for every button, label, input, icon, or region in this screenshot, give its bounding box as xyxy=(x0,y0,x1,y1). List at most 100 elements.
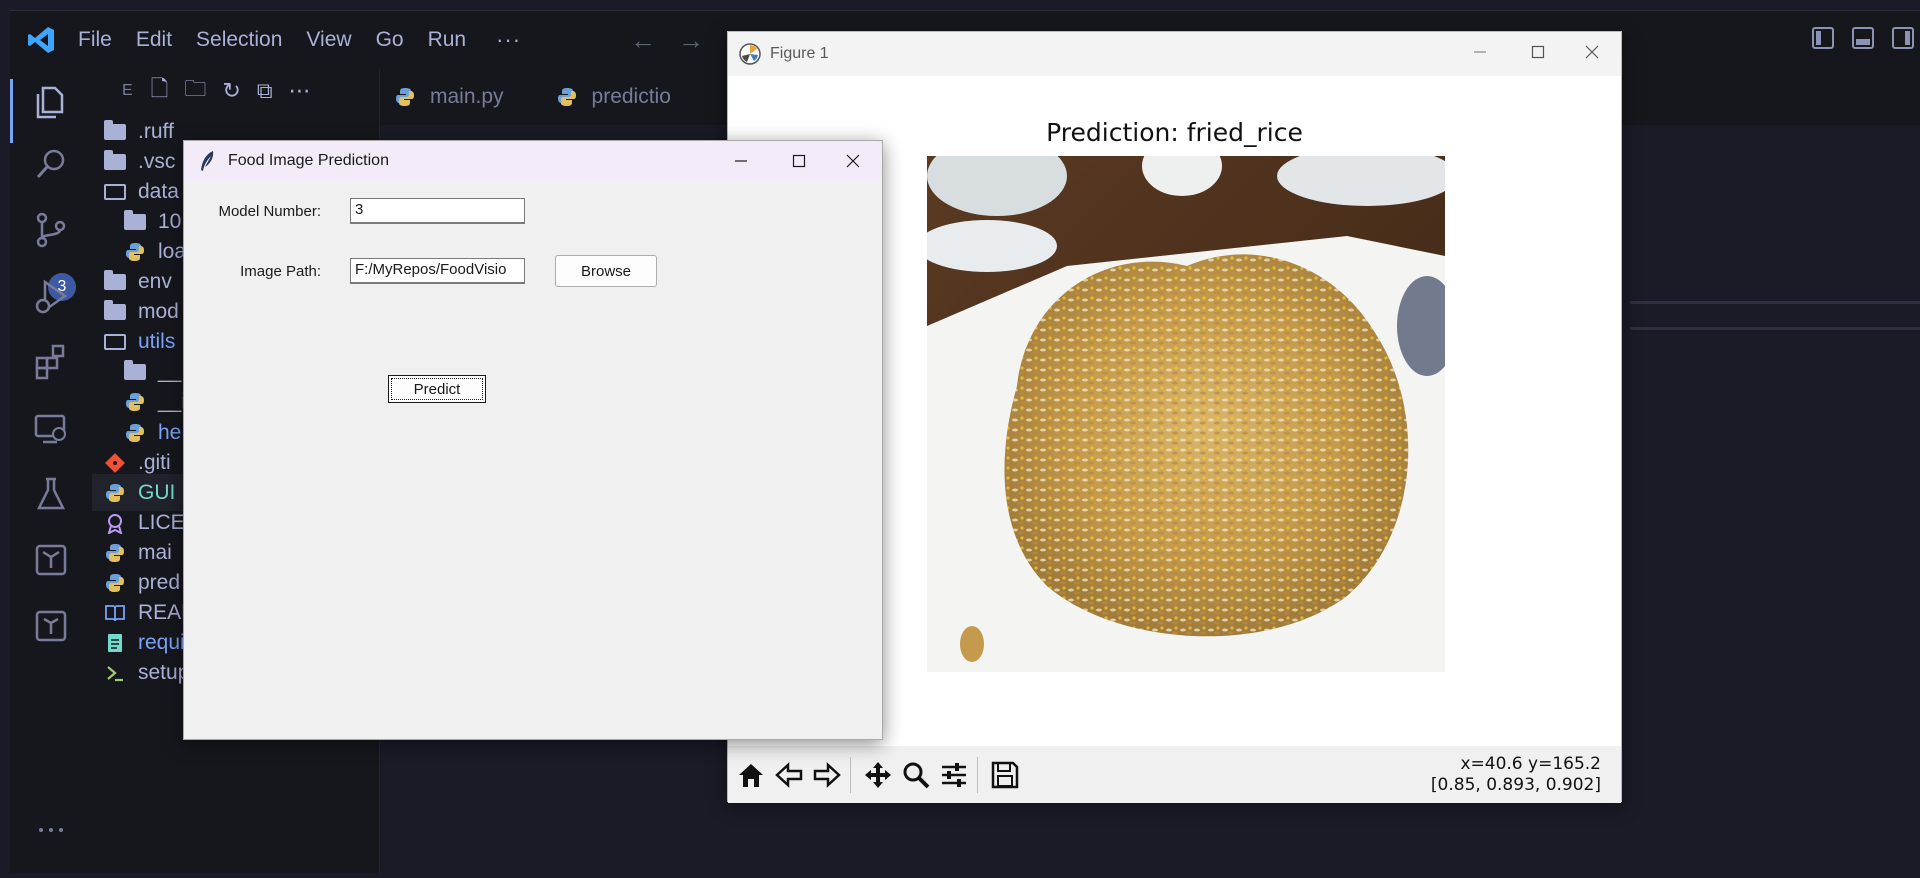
license-icon xyxy=(102,512,128,534)
food-image xyxy=(927,156,1445,672)
cursor-coordinates: x=40.6 y=165.2 [0.85, 0.893, 0.902] xyxy=(1431,754,1601,796)
book-icon xyxy=(102,602,128,624)
toolbar-separator xyxy=(850,756,851,793)
git-icon xyxy=(102,452,128,474)
run-debug-icon[interactable] xyxy=(30,275,72,317)
menu-go[interactable]: Go xyxy=(376,28,404,52)
menu-selection[interactable]: Selection xyxy=(196,28,282,52)
image-path-input[interactable]: F:/MyRepos/FoodVisio xyxy=(350,258,525,284)
activity-bar: 3 xyxy=(10,69,92,873)
tree-item-label: he xyxy=(158,420,182,444)
python-icon xyxy=(122,422,148,444)
refresh-icon[interactable]: ↻ xyxy=(222,78,240,104)
forward-icon[interactable] xyxy=(810,758,844,792)
terraform-cloud-icon[interactable] xyxy=(30,605,72,647)
matplotlib-logo-icon xyxy=(739,43,761,65)
vscode-logo-icon xyxy=(26,25,56,55)
browse-button[interactable]: Browse xyxy=(555,255,657,287)
configure-icon[interactable] xyxy=(937,758,971,792)
extensions-icon[interactable] xyxy=(30,341,72,383)
tree-item-label: utils xyxy=(138,330,176,354)
zoom-icon[interactable] xyxy=(899,758,933,792)
toggle-panel-icon[interactable] xyxy=(1852,27,1874,49)
food-prediction-window: Food Image Prediction Model Number: 3 Im… xyxy=(183,140,883,740)
maximize-button[interactable] xyxy=(770,141,828,181)
maximize-button[interactable] xyxy=(1509,32,1567,72)
explorer-icon[interactable] xyxy=(30,81,72,123)
tree-item-label: __i xyxy=(158,390,187,414)
navigation-toolbar: x=40.6 y=165.2 [0.85, 0.893, 0.902] xyxy=(728,746,1621,803)
folder-icon xyxy=(102,149,128,173)
model-number-input[interactable]: 3 xyxy=(350,198,525,224)
folder-icon xyxy=(102,119,128,143)
home-icon[interactable] xyxy=(734,758,768,792)
source-control-icon[interactable] xyxy=(30,209,72,251)
python-icon xyxy=(122,391,148,413)
minimize-button[interactable] xyxy=(1451,32,1509,72)
terraform-icon[interactable] xyxy=(30,539,72,581)
predict-button[interactable]: Predict xyxy=(388,375,486,403)
coords-xy: x=40.6 y=165.2 xyxy=(1460,754,1601,774)
folder-icon xyxy=(102,300,128,323)
close-button[interactable] xyxy=(1563,32,1621,72)
figure-title-bar: Figure 1 xyxy=(728,32,1621,76)
menu-edit[interactable]: Edit xyxy=(136,28,172,52)
new-folder-icon[interactable]: 🗀 xyxy=(184,72,206,110)
tree-item-label: env xyxy=(138,270,172,293)
forward-arrow-icon[interactable]: → xyxy=(678,25,704,56)
navigation-arrows: ← → xyxy=(630,25,704,56)
more-actions-icon[interactable]: ⋯ xyxy=(289,78,311,104)
more-views-icon[interactable] xyxy=(30,809,72,851)
coords-rgb: [0.85, 0.893, 0.902] xyxy=(1430,775,1601,795)
figure-title: Figure 1 xyxy=(770,45,829,62)
tk-window-title: Food Image Prediction xyxy=(228,152,389,169)
explorer-header: E 🗋 🗀 ↻ ⧉ ⋯ xyxy=(92,69,379,113)
back-arrow-icon[interactable]: ← xyxy=(630,25,656,56)
search-icon[interactable] xyxy=(30,143,72,185)
pan-icon[interactable] xyxy=(861,758,895,792)
tree-item-label: 10 xyxy=(158,209,182,233)
explorer-title: E xyxy=(122,82,133,99)
tree-item-label: .vsc xyxy=(138,149,176,173)
folder-icon xyxy=(122,360,148,383)
tree-item-label: mai xyxy=(138,540,172,564)
tab-label: predictio xyxy=(591,85,671,108)
editor-highlight xyxy=(1630,301,1920,304)
back-icon[interactable] xyxy=(772,758,806,792)
new-file-icon[interactable]: 🗋 xyxy=(151,72,169,110)
model-number-label: Model Number: xyxy=(218,203,321,220)
toolbar-separator xyxy=(977,756,978,793)
tree-item-label: data xyxy=(138,179,179,203)
tab-prediction[interactable]: predictio xyxy=(530,69,697,125)
menu-view[interactable]: View xyxy=(306,28,351,52)
editor-highlight xyxy=(1630,327,1920,330)
python-icon xyxy=(102,572,128,594)
layout-controls xyxy=(1812,27,1914,49)
folder-icon xyxy=(122,209,148,233)
active-indicator xyxy=(10,79,13,143)
folder-open-icon xyxy=(102,331,128,353)
minimize-button[interactable] xyxy=(712,141,770,181)
save-icon[interactable] xyxy=(988,758,1022,792)
toggle-primary-sidebar-icon[interactable] xyxy=(1812,27,1834,49)
collapse-all-icon[interactable]: ⧉ xyxy=(257,78,273,104)
python-icon xyxy=(557,88,576,106)
menu-more-icon[interactable]: ··· xyxy=(496,27,521,53)
menu-file[interactable]: File xyxy=(78,28,112,52)
menu-run[interactable]: Run xyxy=(428,28,467,52)
tab-main-py[interactable]: main.py xyxy=(380,69,530,125)
shell-icon xyxy=(102,662,128,684)
python-icon xyxy=(396,88,414,106)
toggle-secondary-sidebar-icon[interactable] xyxy=(1892,27,1914,49)
close-button[interactable] xyxy=(824,141,882,181)
tree-item-label: loa xyxy=(158,239,187,263)
image-path-label: Image Path: xyxy=(240,263,321,280)
testing-icon[interactable] xyxy=(30,473,72,515)
tk-feather-icon xyxy=(201,151,214,171)
tree-item-label: .giti xyxy=(138,450,171,474)
remote-explorer-icon[interactable] xyxy=(30,407,72,449)
folder-open-icon xyxy=(102,181,128,203)
python-icon xyxy=(122,241,148,263)
tree-item-label: LICE xyxy=(138,510,185,534)
python-icon xyxy=(102,482,128,504)
